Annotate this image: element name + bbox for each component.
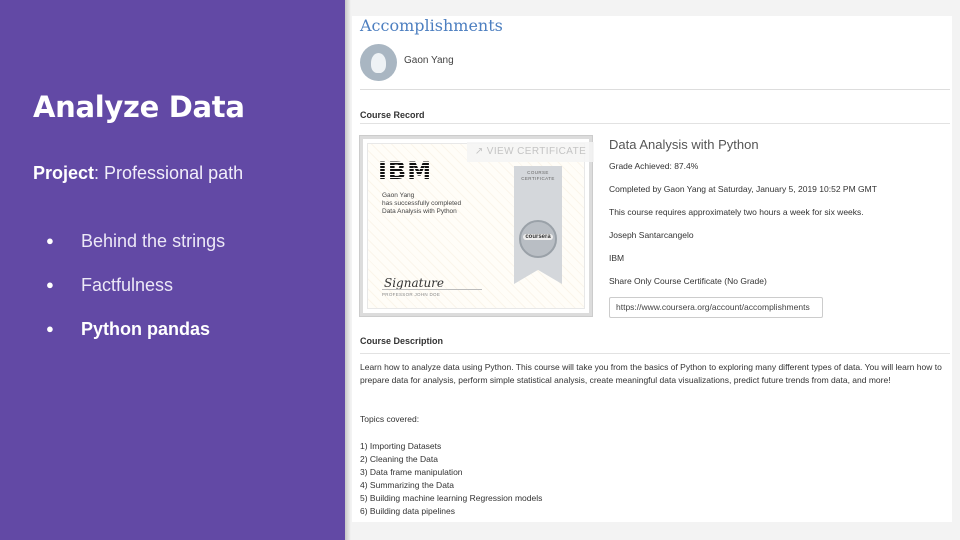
grade-text: Grade Achieved: 87.4% [609, 161, 699, 171]
list-item: 6) Building data pipelines [360, 506, 455, 516]
organization-name: IBM [609, 253, 625, 263]
accomplishments-card: Accomplishments Gaon Yang Course Record … [352, 16, 952, 522]
bullet-item: Factfulness [46, 272, 225, 316]
divider [360, 123, 950, 124]
certificate-background: IBM Gaon Yang has successfully completed… [367, 143, 585, 309]
view-certificate-label: VIEW CERTIFICATE [486, 146, 587, 157]
panel-shadow [345, 0, 351, 540]
slide-title: Analyze Data [33, 90, 245, 124]
list-item: 3) Data frame manipulation [360, 467, 463, 477]
list-item: 1) Importing Datasets [360, 441, 442, 451]
certificate-text: Gaon Yang has successfully completed Dat… [382, 192, 492, 216]
coursera-seal-icon: coursera [519, 220, 557, 258]
signature: Signature [384, 276, 445, 290]
list-item: 5) Building machine learning Regression … [360, 493, 543, 503]
divider [360, 89, 950, 90]
bullet-item: Behind the strings [46, 228, 225, 272]
certificate-course: Data Analysis with Python [382, 208, 457, 215]
signature-line [382, 289, 482, 290]
course-record-label: Course Record [360, 110, 425, 120]
duration-text: This course requires approximately two h… [609, 207, 864, 217]
share-label: Share Only Course Certificate (No Grade) [609, 276, 767, 286]
topics-list: 1) Importing Datasets 2) Cleaning the Da… [360, 440, 542, 518]
accomplishments-heading: Accomplishments [360, 16, 503, 35]
bullet-list: Behind the strings Factfulness Python pa… [46, 228, 225, 360]
user-name[interactable]: Gaon Yang [404, 55, 454, 66]
certificate-completed: has successfully completed [382, 200, 462, 207]
list-item: 2) Cleaning the Data [360, 454, 438, 464]
completion-text: Completed by Gaon Yang at Saturday, Janu… [609, 184, 877, 194]
signature-caption: PROFESSOR JOHN DOE [382, 292, 441, 297]
project-line: Project: Professional path [33, 163, 243, 184]
certificate-name: Gaon Yang [382, 192, 415, 199]
course-description: Learn how to analyze data using Python. … [360, 362, 942, 385]
course-title[interactable]: Data Analysis with Python [609, 137, 759, 152]
divider [360, 353, 950, 354]
list-item: 4) Summarizing the Data [360, 480, 455, 490]
share-url-input[interactable]: https://www.coursera.org/account/accompl… [609, 297, 823, 318]
slide-panel: Analyze Data Project: Professional path … [0, 0, 345, 540]
project-label: Project [33, 163, 95, 183]
bullet-item-active: Python pandas [46, 316, 225, 360]
seal-text: coursera [523, 234, 553, 240]
external-link-icon: ↗ [474, 146, 487, 157]
topics-label: Topics covered: [360, 414, 420, 424]
certificate-label: COURSE CERTIFICATE [521, 170, 555, 181]
ibm-logo: IBM [378, 157, 433, 185]
view-certificate-button[interactable]: ↗ VIEW CERTIFICATE [467, 142, 594, 162]
certificate-image[interactable]: IBM Gaon Yang has successfully completed… [360, 136, 594, 316]
project-value: : Professional path [94, 163, 244, 183]
course-description-label: Course Description [360, 336, 444, 346]
avatar[interactable] [360, 44, 397, 81]
instructor-name: Joseph Santarcangelo [609, 230, 694, 240]
